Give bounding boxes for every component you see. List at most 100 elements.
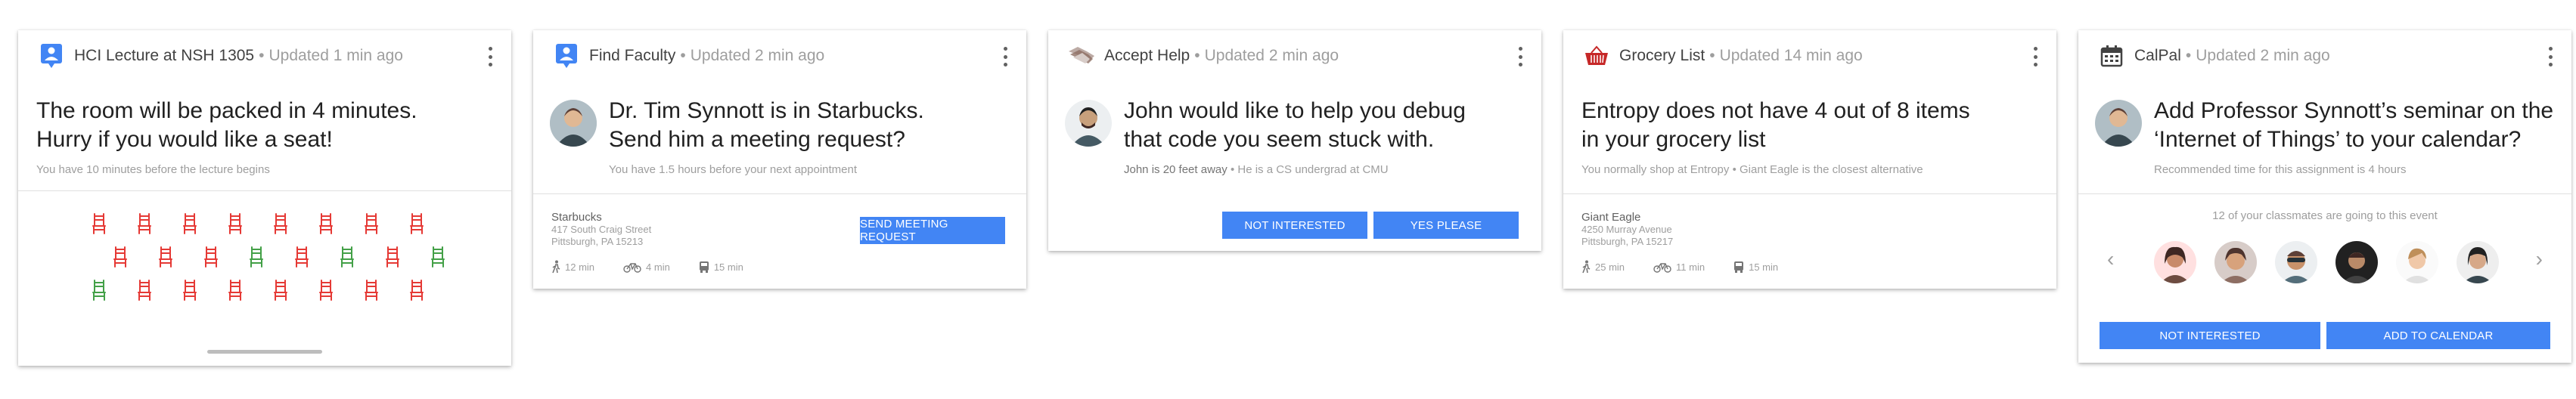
bus-icon (699, 261, 709, 273)
avatar (2095, 100, 2142, 147)
avatar (550, 100, 597, 147)
calendar-icon (2096, 41, 2127, 71)
bike-icon (1653, 263, 1671, 273)
card-subtext: You have 10 minutes before the lecture b… (36, 163, 270, 176)
taken-seat-icon (183, 212, 197, 239)
yes-please-button[interactable]: YES PLEASE (1373, 212, 1519, 239)
card-title: HCI Lecture at NSH 1305 (74, 47, 255, 64)
basket-icon (1581, 41, 1612, 71)
taken-seat-icon (228, 279, 242, 305)
card-subtext: You normally shop at Entropy • Giant Eag… (1581, 163, 1923, 176)
taken-seat-icon (274, 279, 287, 305)
bus-icon (1734, 261, 1744, 273)
address-line: 4250 Murray Avenue (1581, 224, 1672, 235)
classmates-panel: 12 of your classmates are going to this … (2078, 194, 2571, 312)
classmate-avatar[interactable] (2154, 241, 2196, 283)
classmate-avatar[interactable] (2396, 241, 2438, 283)
card-headline: The room will be packed in 4 minutes. Hu… (36, 98, 417, 152)
avatar (1065, 100, 1112, 147)
taken-seat-icon (204, 246, 218, 272)
updated-time: Updated 2 min ago (1204, 47, 1339, 64)
card-headline: Add Professor Synnott’s seminar on the ‘… (2154, 98, 2554, 152)
bike-time: 4 min (623, 260, 670, 274)
bus-time: 15 min (1733, 260, 1778, 274)
taken-seat-icon (386, 246, 399, 272)
location-panel: Starbucks 417 South Craig Street Pittsbu… (533, 194, 1026, 289)
card-title: CalPal (2134, 47, 2181, 64)
taken-seat-icon (92, 212, 106, 239)
walk-time: 25 min (1581, 260, 1625, 274)
classmate-avatar[interactable] (2457, 241, 2499, 283)
card-header: Accept Help • Updated 2 min ago (1048, 30, 1541, 82)
more-menu-icon[interactable] (1002, 47, 1008, 66)
location-name: Giant Eagle (1581, 211, 1641, 224)
walk-time: 12 min (551, 260, 594, 274)
more-menu-icon[interactable] (2547, 47, 2553, 66)
person-pin-icon (36, 41, 67, 71)
taken-seat-icon (365, 212, 378, 239)
send-meeting-request-button[interactable]: SEND MEETING REQUEST (860, 217, 1005, 244)
updated-time: Updated 1 min ago (268, 47, 403, 64)
bike-icon (623, 263, 641, 273)
taken-seat-icon (410, 279, 424, 305)
travel-times: 25 min 11 min 15 min (1581, 260, 2038, 274)
free-seat-icon (431, 246, 445, 272)
walk-icon (1582, 260, 1591, 274)
classmates-count: 12 of your classmates are going to this … (2212, 209, 2438, 222)
free-seat-icon (250, 246, 263, 272)
card-subtext: You have 1.5 hours before your next appo… (609, 163, 858, 176)
add-to-calendar-button[interactable]: ADD TO CALENDAR (2326, 322, 2550, 349)
lecture-card: HCI Lecture at NSH 1305 • Updated 1 min … (18, 30, 511, 366)
taken-seat-icon (410, 212, 424, 239)
taken-seat-icon (138, 279, 151, 305)
taken-seat-icon (295, 246, 309, 272)
not-interested-button[interactable]: NOT INTERESTED (2100, 322, 2320, 349)
card-header: Grocery List • Updated 14 min ago (1563, 30, 2056, 82)
accept-help-card: Accept Help • Updated 2 min ago John wou… (1048, 30, 1541, 251)
walk-icon (552, 260, 560, 274)
taken-seat-icon (159, 246, 172, 272)
taken-seat-icon (183, 279, 197, 305)
card-title: Accept Help (1104, 47, 1190, 64)
grocery-list-card: Grocery List • Updated 14 min ago Entrop… (1563, 30, 2056, 289)
taken-seat-icon (365, 279, 378, 305)
card-headline: Dr. Tim Synnott is in Starbucks. Send hi… (609, 98, 924, 152)
bus-time: 15 min (699, 260, 743, 274)
bike-time: 11 min (1653, 260, 1705, 274)
card-header: Find Faculty • Updated 2 min ago (533, 30, 1026, 82)
chevron-right-icon[interactable]: › (2536, 247, 2543, 271)
taken-seat-icon (113, 246, 127, 272)
taken-seat-icon (138, 212, 151, 239)
classmate-avatar[interactable] (2275, 241, 2317, 283)
card-header: HCI Lecture at NSH 1305 • Updated 1 min … (18, 30, 511, 82)
seat-map (18, 191, 511, 366)
not-interested-button[interactable]: NOT INTERESTED (1222, 212, 1367, 239)
card-header: CalPal • Updated 2 min ago (2078, 30, 2571, 82)
location-panel: Giant Eagle 4250 Murray Avenue Pittsburg… (1563, 194, 2056, 289)
calpal-card: CalPal • Updated 2 min ago Add Professor… (2078, 30, 2571, 363)
more-menu-icon[interactable] (2032, 47, 2038, 66)
address-line: Pittsburgh, PA 15217 (1581, 236, 1674, 247)
card-headline: John would like to help you debug that c… (1124, 98, 1466, 152)
taken-seat-icon (228, 212, 242, 239)
updated-time: Updated 14 min ago (1719, 47, 1863, 64)
find-faculty-card: Find Faculty • Updated 2 min ago Dr. Tim… (533, 30, 1026, 289)
person-pin-icon (551, 41, 582, 71)
more-menu-icon[interactable] (487, 47, 493, 66)
card-headline: Entropy does not have 4 out of 8 items i… (1581, 98, 1970, 152)
card-title: Find Faculty (589, 47, 676, 64)
card-subtext: John is 20 feet away • He is a CS underg… (1124, 163, 1389, 176)
taken-seat-icon (274, 212, 287, 239)
taken-seat-icon (319, 279, 333, 305)
free-seat-icon (340, 246, 354, 272)
taken-seat-icon (319, 212, 333, 239)
handshake-icon (1066, 41, 1097, 71)
horizontal-scrollbar[interactable] (207, 350, 322, 354)
free-seat-icon (92, 279, 106, 305)
classmate-avatar[interactable] (2214, 241, 2257, 283)
classmate-avatar[interactable] (2335, 241, 2378, 283)
travel-times: 12 min 4 min 15 min (551, 260, 1008, 274)
card-title: Grocery List (1619, 47, 1705, 64)
more-menu-icon[interactable] (1517, 47, 1523, 66)
chevron-left-icon[interactable]: ‹ (2107, 247, 2114, 271)
